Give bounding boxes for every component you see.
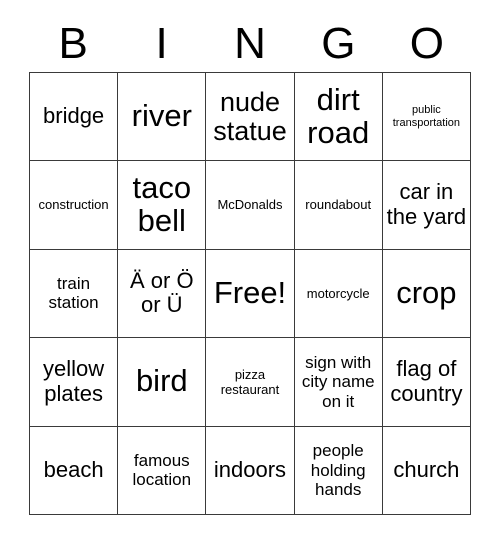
bingo-cell-label: Free! xyxy=(213,275,287,311)
bingo-cell-label: flag of country xyxy=(390,356,463,406)
bingo-cell-label: river xyxy=(131,98,192,134)
bingo-cell-label: famous location xyxy=(132,450,192,490)
bingo-cell-label: nude statue xyxy=(213,86,287,146)
bingo-header-letter-b: B xyxy=(58,19,88,68)
bingo-header-letter-o: O xyxy=(409,19,444,68)
bingo-cell-r3c3[interactable]: Free! xyxy=(206,249,295,339)
bingo-cell-r5c2[interactable]: famous location xyxy=(118,426,207,515)
bingo-cell-r4c1[interactable]: yellow plates xyxy=(30,338,119,427)
bingo-header-letter-i: I xyxy=(155,19,168,68)
bingo-cell-label: car in the yard xyxy=(386,179,467,230)
bingo-cell-r5c1[interactable]: beach xyxy=(30,426,119,515)
bingo-cell-label: roundabout xyxy=(305,197,372,213)
bingo-cell-label: public transportation xyxy=(392,103,461,129)
bingo-cell-r2c1[interactable]: construction xyxy=(30,161,119,250)
bingo-cell-r4c3[interactable]: pizza restaurant xyxy=(206,338,295,427)
bingo-cell-label: indoors xyxy=(213,456,287,482)
bingo-card: B I N G O bridge river nude statue dirt road pub… xyxy=(0,0,500,544)
bingo-cell-label: pizza restaurant xyxy=(220,366,280,397)
bingo-cell-r4c4[interactable]: sign with city name on it xyxy=(294,338,383,427)
bingo-cell-r1c3[interactable]: nude statue xyxy=(206,73,295,162)
bingo-cell-r5c5[interactable]: church xyxy=(382,426,471,515)
bingo-cell-r4c2[interactable]: bird xyxy=(118,338,207,427)
bingo-cell-r2c4[interactable]: roundabout xyxy=(294,161,383,250)
bingo-cell-label: yellow plates xyxy=(43,356,105,406)
bingo-cell-r2c2[interactable]: taco bell xyxy=(118,161,207,250)
bingo-cell-r3c5[interactable]: crop xyxy=(382,249,471,339)
bingo-cell-label: dirt road xyxy=(307,81,370,150)
bingo-cell-label: taco bell xyxy=(132,170,192,239)
bingo-cell-r4c5[interactable]: flag of country xyxy=(382,338,471,427)
bingo-header-row: BINGO xyxy=(29,16,471,72)
bingo-cell-label: bird xyxy=(135,363,188,399)
bingo-cell-r5c4[interactable]: people holding hands xyxy=(294,426,383,515)
bingo-cell-r3c1[interactable]: train station xyxy=(30,249,119,339)
bingo-cell-r2c5[interactable]: car in the yard xyxy=(382,161,471,250)
bingo-cell-label: train station xyxy=(48,273,99,313)
bingo-cell-label: construction xyxy=(38,197,109,213)
bingo-cell-r2c3[interactable]: McDonalds xyxy=(206,161,295,250)
bingo-cell-label: crop xyxy=(396,275,457,311)
bingo-cell-r1c4[interactable]: dirt road xyxy=(294,73,383,162)
bingo-cell-label: beach xyxy=(43,456,104,482)
bingo-cell-r5c3[interactable]: indoors xyxy=(206,426,295,515)
bingo-header-letter-n: N xyxy=(234,19,266,68)
bingo-cell-r1c1[interactable]: bridge xyxy=(30,73,119,162)
bingo-cell-r1c5[interactable]: public transportation xyxy=(382,73,471,162)
bingo-grid: bridge river nude statue dirt road public tr… xyxy=(29,72,471,515)
bingo-cell-label: church xyxy=(393,456,460,482)
bingo-cell-label: bridge xyxy=(43,103,105,129)
bingo-cell-label: people holding hands xyxy=(310,440,366,500)
bingo-cell-label: motorcycle xyxy=(306,285,370,301)
bingo-cell-label: McDonalds xyxy=(217,197,283,213)
bingo-cell-r3c2[interactable]: Ä or Ö or Ü xyxy=(118,249,207,339)
bingo-header-letter-g: G xyxy=(321,19,356,68)
bingo-cell-label: sign with city name on it xyxy=(301,352,375,411)
bingo-cell-r3c4[interactable]: motorcycle xyxy=(294,249,383,339)
bingo-cell-label: Ä or Ö or Ü xyxy=(130,267,194,318)
bingo-cell-r1c2[interactable]: river xyxy=(118,73,207,162)
